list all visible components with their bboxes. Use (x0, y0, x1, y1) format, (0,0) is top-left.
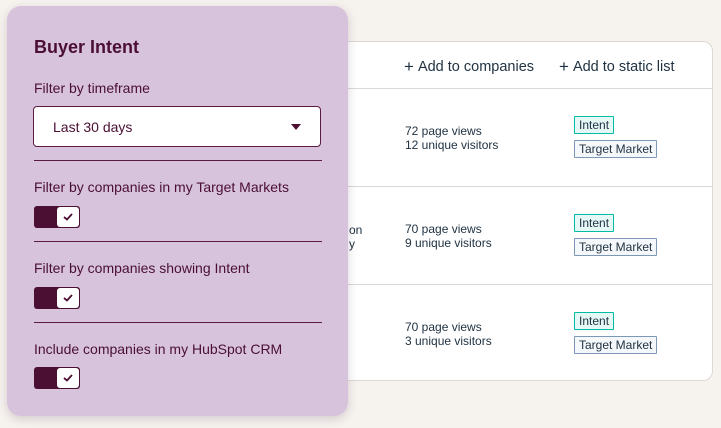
add-to-companies-label: Add to companies (417, 59, 535, 75)
target-markets-filter-label: Filter by companies in my Target Markets (34, 179, 289, 195)
timeframe-selected-value: Last 30 days (53, 119, 133, 135)
crm-filter-label: Include companies in my HubSpot CRM (34, 341, 283, 357)
table-row[interactable]: 70 page views 3 unique visitors Intent T… (301, 285, 712, 380)
page-views: 72 page views (405, 124, 482, 138)
add-to-companies-button[interactable]: + Add to companies (404, 56, 534, 76)
timeframe-select[interactable]: Last 30 days (33, 106, 321, 147)
buyer-intent-panel: Buyer Intent Filter by timeframe Last 30… (7, 6, 348, 416)
unique-visitors: 12 unique visitors (405, 138, 499, 152)
companies-table: + Add to companies + Add to static list 72… (300, 41, 713, 381)
unique-visitors: 3 unique visitors (405, 334, 492, 348)
caret-down-icon (291, 124, 301, 130)
intent-tag: Intent (574, 214, 615, 232)
plus-icon: + (559, 57, 569, 76)
target-market-tag: Target Market (574, 238, 658, 256)
intent-tag: Intent (574, 116, 615, 134)
timeframe-label: Filter by timeframe (34, 80, 150, 96)
check-icon (57, 207, 79, 227)
plus-icon: + (404, 57, 414, 76)
divider (34, 322, 322, 323)
intent-toggle[interactable] (34, 287, 80, 309)
add-to-static-list-label: Add to static list (572, 59, 675, 75)
company-name-partial: on y (349, 223, 363, 251)
divider (34, 241, 322, 242)
page-views: 70 page views (405, 222, 482, 236)
table-row[interactable]: on y 70 page views 9 unique visitors Int… (301, 187, 712, 285)
target-markets-toggle[interactable] (34, 206, 80, 228)
page-views: 70 page views (405, 320, 482, 334)
visit-stats: 70 page views 3 unique visitors (405, 320, 492, 348)
visit-stats: 72 page views 12 unique visitors (405, 124, 498, 152)
crm-toggle[interactable] (34, 367, 80, 389)
intent-filter-label: Filter by companies showing Intent (34, 260, 250, 276)
table-header: + Add to companies + Add to static list (301, 42, 712, 89)
panel-title: Buyer Intent (34, 37, 140, 57)
add-to-static-list-button[interactable]: + Add to static list (559, 56, 674, 76)
target-market-tag: Target Market (574, 140, 658, 158)
unique-visitors: 9 unique visitors (405, 236, 492, 250)
intent-tag: Intent (574, 312, 615, 330)
visit-stats: 70 page views 9 unique visitors (405, 222, 492, 250)
divider (34, 160, 322, 161)
check-icon (57, 288, 79, 308)
target-market-tag: Target Market (574, 336, 658, 354)
table-row[interactable]: 72 page views 12 unique visitors Intent … (301, 89, 712, 187)
check-icon (57, 368, 79, 388)
